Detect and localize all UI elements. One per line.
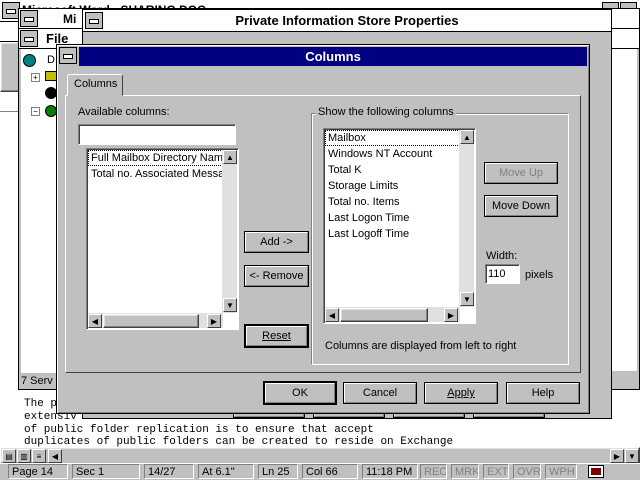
move-down-button-label: Move Down [491,200,551,212]
width-label: Width: [486,250,518,262]
list-item[interactable]: Windows NT Account [325,146,460,162]
doc-line-1: The p [24,398,58,410]
columns-tab-page: Available columns: Full Mailbox Director… [65,95,581,373]
show-columns-label: Show the following columns [316,106,456,118]
available-columns-label: Available columns: [78,106,170,118]
admin-title-text: Mi [63,12,77,26]
add-button[interactable]: Add -> [244,231,309,253]
admin-doc-system-icon[interactable] [20,30,38,47]
list-item[interactable]: Full Mailbox Directory Name [88,150,223,166]
width-unit-label: pixels [525,269,554,281]
page-layout-view-icon[interactable]: ▥ [17,449,31,463]
normal-view-icon[interactable]: ▤ [2,449,16,463]
tree-collapse-icon[interactable]: − [31,107,40,116]
admin-status-left: 7 Serv [21,375,53,387]
ok-button[interactable]: OK [263,381,337,405]
status-pages: 14/27 [144,464,194,479]
shown-hscroll-right-icon[interactable]: ▶ [444,308,458,322]
add-button-label: Add -> [260,236,293,248]
width-input[interactable] [485,264,520,284]
word-hscroll-right-icon[interactable]: ▶ [610,449,624,463]
available-hscroll-left-icon[interactable]: ◀ [88,314,102,328]
list-item[interactable]: Total K [325,162,460,178]
status-mrk[interactable]: MRK [451,464,479,479]
tree-expand-icon[interactable]: + [31,73,40,82]
admin-tree[interactable]: D + − [21,49,61,373]
outline-view-icon[interactable]: ≡ [32,449,46,463]
list-item[interactable]: Total no. Associated Messa [88,166,223,182]
help-button[interactable]: Help [506,382,580,404]
status-at: At 6.1" [198,464,254,479]
status-ovr[interactable]: OVR [513,464,541,479]
properties-title-text: Private Information Store Properties [235,13,459,28]
columns-system-menu-icon[interactable] [59,47,77,64]
status-time: 11:18 PM [362,464,418,479]
columns-title-bar[interactable]: Columns [79,47,587,66]
remove-button-label: <- Remove [249,270,304,282]
properties-title-bar[interactable]: Private Information Store Properties [83,10,611,32]
ok-button-label: OK [292,387,308,399]
reset-button[interactable]: Reset [244,324,309,348]
status-ln: Ln 25 [258,464,298,479]
server-globe-icon [23,54,36,67]
status-rec[interactable]: REC [420,464,447,479]
list-item[interactable]: Storage Limits [325,178,460,194]
cancel-button-label: Cancel [362,387,398,399]
list-item[interactable]: Mailbox [325,130,460,146]
tab-columns-label: Columns [74,78,118,90]
help-button-label: Help [531,387,555,399]
available-vscroll[interactable] [222,150,237,313]
admin-system-menu-icon[interactable] [20,10,38,27]
status-page: Page 14 [8,464,68,479]
doc-line-3: of public folder replication is to ensur… [24,424,374,436]
available-columns-list[interactable]: Full Mailbox Directory Name Total no. As… [86,148,239,330]
move-up-button-label: Move Up [498,167,544,179]
word-hscroll-left-icon[interactable]: ◀ [48,449,62,463]
columns-order-note: Columns are displayed from left to right [325,340,517,352]
word-hscroll-track[interactable] [48,449,623,463]
shown-vscroll[interactable] [459,130,474,307]
available-hscroll-thumb[interactable] [103,314,199,328]
word-page-down-icon[interactable]: ▼ [625,449,639,463]
apply-button-label: Apply [447,387,475,399]
status-assistant-icon[interactable] [588,465,604,478]
tree-item-label[interactable]: D [47,54,55,66]
properties-system-menu-icon[interactable] [85,12,103,29]
available-vscroll-down-icon[interactable]: ▼ [223,298,237,312]
list-item[interactable]: Last Logon Time [325,210,460,226]
list-item[interactable]: Total no. Items [325,194,460,210]
list-item[interactable]: Last Logoff Time [325,226,460,242]
available-filter-input[interactable] [78,124,236,145]
available-hscroll-right-icon[interactable]: ▶ [207,314,221,328]
tab-columns[interactable]: Columns [67,74,123,96]
reset-button-label: Reset [262,330,291,342]
move-up-button[interactable]: Move Up [484,162,558,184]
shown-vscroll-down-icon[interactable]: ▼ [460,292,474,306]
shown-hscroll-left-icon[interactable]: ◀ [325,308,339,322]
status-ext[interactable]: EXT [483,464,509,479]
shown-vscroll-up-icon[interactable]: ▲ [460,130,474,144]
move-down-button[interactable]: Move Down [484,195,558,217]
available-vscroll-up-icon[interactable]: ▲ [223,150,237,164]
apply-button[interactable]: Apply [424,382,498,404]
cancel-button[interactable]: Cancel [343,382,417,404]
columns-title-text: Columns [305,49,361,64]
remove-button[interactable]: <- Remove [244,265,309,287]
status-col: Col 66 [302,464,358,479]
shown-columns-list[interactable]: Mailbox Windows NT Account Total K Stora… [323,128,476,324]
shown-hscroll-thumb[interactable] [340,308,428,322]
status-sec: Sec 1 [72,464,140,479]
columns-dialog: Columns Columns Available columns: Full … [56,44,590,414]
status-wph[interactable]: WPH [545,464,577,479]
